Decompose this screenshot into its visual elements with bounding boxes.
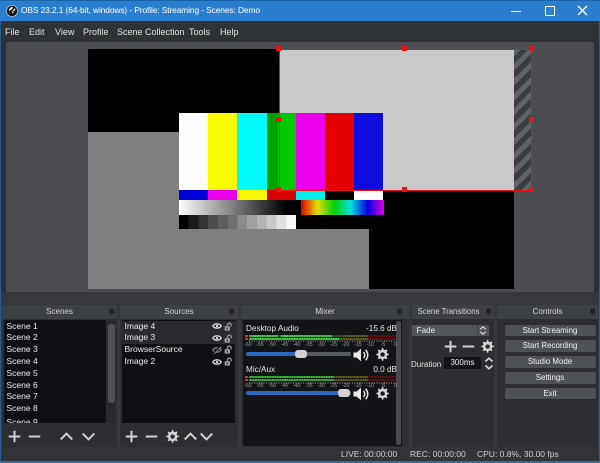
svg-text:-35: -35 [305,342,313,348]
svg-text:-20: -20 [342,342,350,348]
svg-text:-25: -25 [330,342,338,348]
svg-text:-15: -15 [354,342,362,348]
svg-text:-60: -60 [244,383,252,389]
svg-text:-45: -45 [281,342,289,348]
svg-text:-55: -55 [256,383,264,389]
svg-text:-55: -55 [256,342,264,348]
svg-text:-60: -60 [244,342,252,348]
svg-text:-25: -25 [330,383,338,389]
svg-text:-40: -40 [293,383,301,389]
svg-text:-50: -50 [268,383,276,389]
svg-text:0: 0 [394,342,397,348]
svg-text:-40: -40 [293,342,301,348]
svg-text:-30: -30 [317,342,325,348]
svg-text:-10: -10 [366,342,374,348]
svg-text:-50: -50 [268,342,276,348]
svg-text:0: 0 [394,383,397,389]
svg-text:-45: -45 [281,383,289,389]
svg-text:-35: -35 [305,383,313,389]
svg-text:-30: -30 [317,383,325,389]
